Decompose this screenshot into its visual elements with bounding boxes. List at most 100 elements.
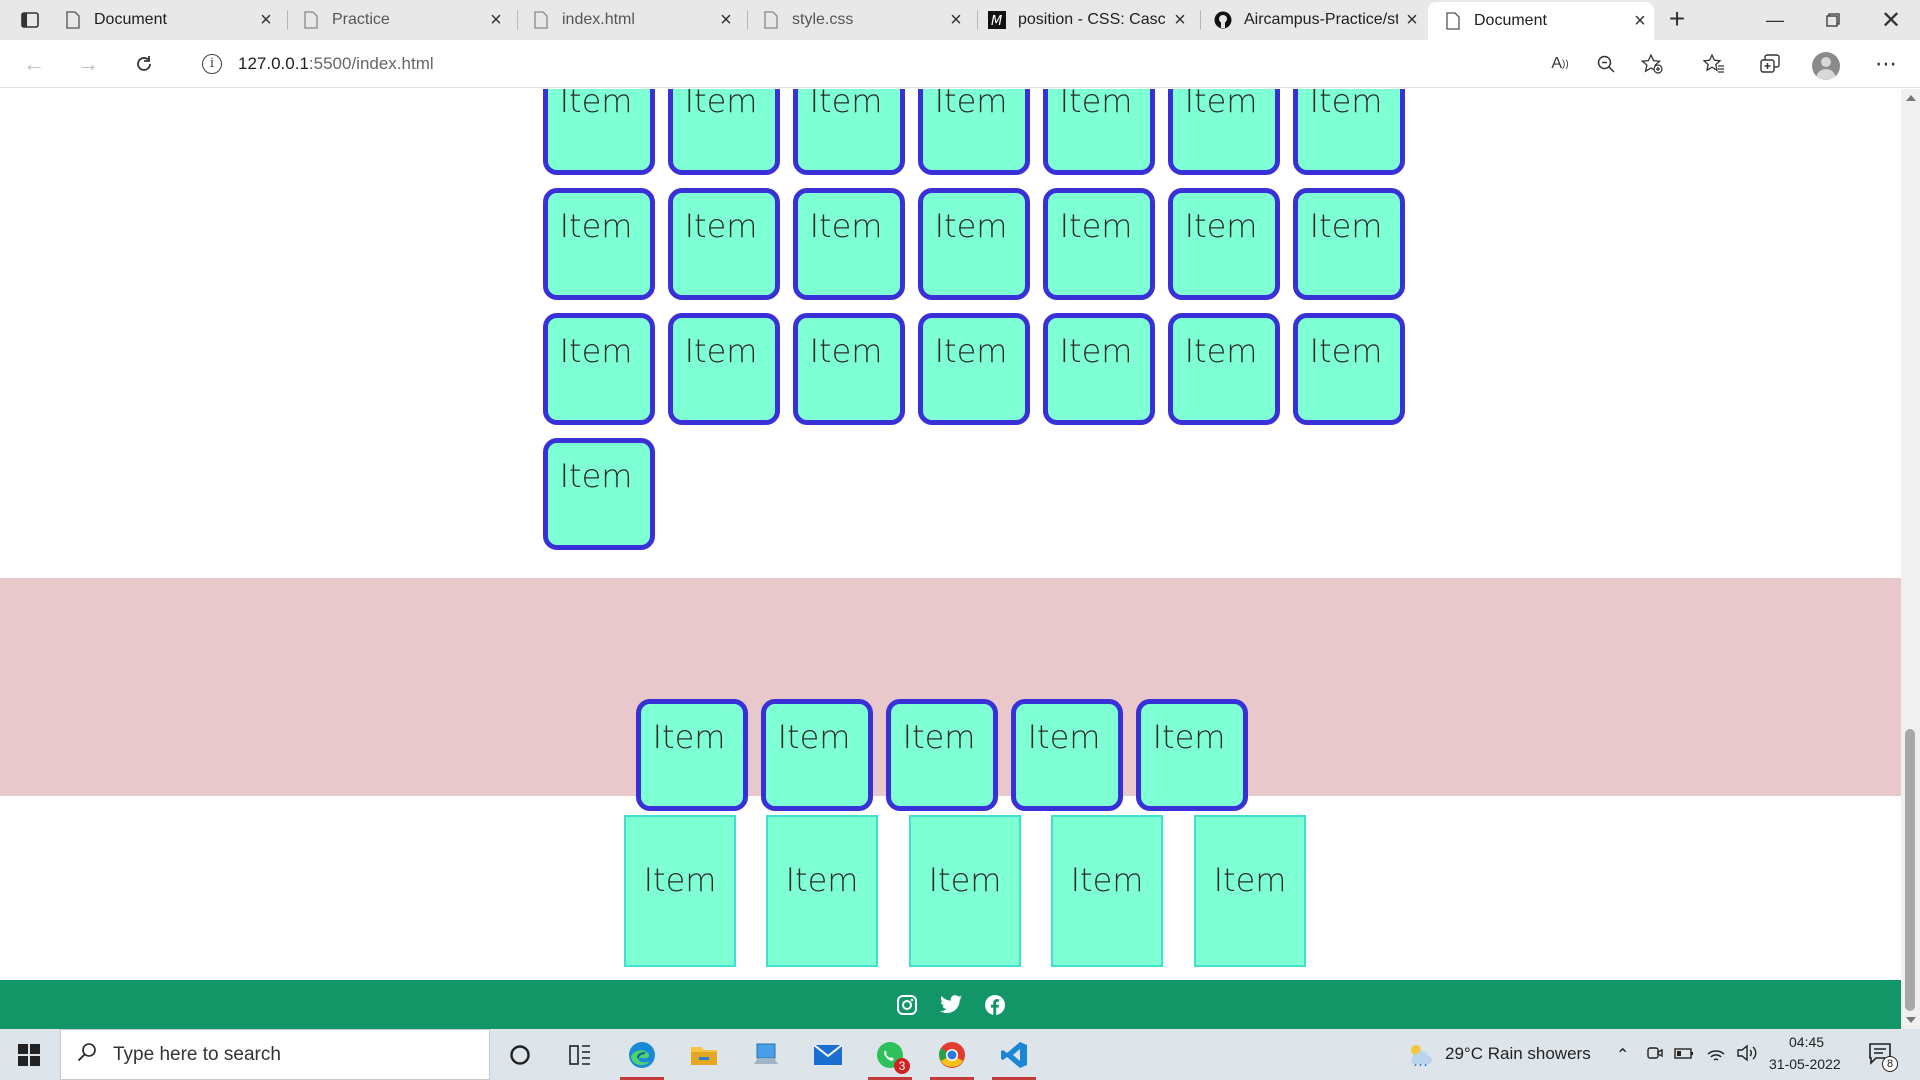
- chevron-up-icon[interactable]: ⌃: [1616, 1045, 1629, 1065]
- chrome-icon[interactable]: [924, 1029, 980, 1080]
- close-icon[interactable]: ×: [942, 9, 970, 32]
- url-text: 127.0.0.1:5500/index.html: [238, 54, 434, 74]
- page-icon: [760, 11, 782, 29]
- wifi-icon[interactable]: [1706, 1044, 1726, 1067]
- close-icon[interactable]: ×: [1166, 9, 1194, 32]
- tab-title: Document: [94, 11, 167, 28]
- favorites-icon[interactable]: [1696, 48, 1732, 80]
- tab-index-html[interactable]: index.html ×: [530, 0, 740, 40]
- meet-now-icon[interactable]: [1646, 1044, 1664, 1067]
- page-icon: [1442, 12, 1464, 30]
- tab-document-1[interactable]: Document ×: [62, 0, 280, 40]
- facebook-icon[interactable]: [982, 992, 1008, 1018]
- grid-item: Item: [1168, 313, 1280, 425]
- file-explorer-icon[interactable]: [676, 1029, 732, 1080]
- tab-separator: [1200, 10, 1201, 30]
- weather-icon[interactable]: [1406, 1042, 1434, 1071]
- instagram-icon[interactable]: [894, 992, 920, 1018]
- read-aloud-icon[interactable]: A)): [1542, 48, 1578, 80]
- forward-arrow-icon[interactable]: →: [70, 48, 106, 80]
- grid-item: Item: [668, 313, 780, 425]
- svg-text:M: M: [991, 14, 1002, 29]
- flex-item: Item: [1011, 699, 1123, 811]
- minimize-button[interactable]: —: [1752, 0, 1798, 40]
- close-icon[interactable]: ×: [252, 9, 280, 32]
- notifications-badge: 8: [1882, 1056, 1898, 1072]
- grid-item: Item: [543, 188, 655, 300]
- windows-start-icon[interactable]: [0, 1029, 58, 1080]
- github-icon: [1212, 11, 1234, 29]
- grid-item: Item: [668, 89, 780, 175]
- flex-item: Item: [1136, 699, 1248, 811]
- tab-title: position - CSS: Cascad: [1018, 11, 1166, 28]
- mdn-icon: M: [986, 11, 1008, 29]
- refresh-icon[interactable]: [126, 48, 162, 80]
- clock-time[interactable]: 04:45: [1789, 1034, 1824, 1050]
- close-icon[interactable]: ×: [482, 9, 510, 32]
- tab-practice[interactable]: Practice ×: [300, 0, 510, 40]
- scroll-down-icon[interactable]: [1906, 1017, 1916, 1023]
- info-icon[interactable]: i: [202, 54, 222, 74]
- add-favorite-icon[interactable]: [1634, 48, 1670, 80]
- grid-item: Item: [1168, 188, 1280, 300]
- clock-date[interactable]: 31-05-2022: [1769, 1056, 1841, 1072]
- page-viewport: Item Item Item Item Item Item Item Item …: [0, 89, 1901, 1029]
- close-window-button[interactable]: ✕: [1868, 0, 1914, 40]
- url-field[interactable]: i 127.0.0.1:5500/index.html: [180, 46, 1660, 82]
- page-icon: [530, 11, 552, 29]
- grid-item: Item: [1043, 313, 1155, 425]
- tab-separator: [977, 10, 978, 30]
- taskbar-search-input[interactable]: Type here to search: [60, 1029, 490, 1080]
- zoom-out-icon[interactable]: [1588, 48, 1624, 80]
- url-host: 127.0.0.1: [238, 54, 309, 73]
- page-icon: [62, 11, 84, 29]
- back-arrow-icon[interactable]: ←: [16, 48, 52, 80]
- scrollbar-thumb[interactable]: [1905, 729, 1915, 1011]
- grid-item: Item: [543, 438, 655, 550]
- grid-item: Item: [1293, 313, 1405, 425]
- tab-github[interactable]: Aircampus-Practice/st ×: [1212, 0, 1426, 40]
- mail-icon[interactable]: [800, 1029, 856, 1080]
- whatsapp-icon[interactable]: 3: [862, 1029, 918, 1080]
- close-icon[interactable]: ×: [1626, 10, 1654, 33]
- battery-icon[interactable]: [1674, 1045, 1694, 1066]
- flat-item: Item: [1051, 815, 1163, 967]
- search-icon: [77, 1042, 97, 1067]
- grid-item: Item: [918, 89, 1030, 175]
- task-view-icon[interactable]: [552, 1029, 608, 1080]
- edge-browser-icon[interactable]: [614, 1029, 670, 1080]
- flex-item: Item: [886, 699, 998, 811]
- tab-separator: [287, 10, 288, 30]
- tab-title: Document: [1474, 12, 1547, 29]
- cortana-icon[interactable]: [492, 1029, 548, 1080]
- whatsapp-badge: 3: [894, 1058, 910, 1074]
- tab-mdn-position[interactable]: M position - CSS: Cascad ×: [986, 0, 1194, 40]
- scroll-up-icon[interactable]: [1906, 95, 1916, 101]
- notifications-icon[interactable]: 8: [1868, 1042, 1898, 1072]
- flat-item: Item: [1194, 815, 1306, 967]
- grid-item: Item: [543, 313, 655, 425]
- new-tab-button[interactable]: +: [1661, 4, 1693, 36]
- profile-avatar[interactable]: [1812, 52, 1840, 80]
- tab-actions-icon[interactable]: [14, 8, 46, 32]
- close-icon[interactable]: ×: [1398, 9, 1426, 32]
- page-scrollbar[interactable]: [1901, 89, 1920, 1029]
- volume-icon[interactable]: [1736, 1044, 1758, 1067]
- tab-style-css[interactable]: style.css ×: [760, 0, 970, 40]
- collections-icon[interactable]: [1752, 48, 1788, 80]
- windows-taskbar: Type here to search 3 29°C Rain showers …: [0, 1029, 1920, 1080]
- grid-item: Item: [1043, 188, 1155, 300]
- weather-text[interactable]: 29°C Rain showers: [1445, 1044, 1591, 1064]
- address-bar: ← → i 127.0.0.1:5500/index.html A)) ⋯: [0, 40, 1920, 88]
- restore-button[interactable]: [1810, 0, 1856, 40]
- more-options-icon[interactable]: ⋯: [1868, 48, 1904, 80]
- computer-app-icon[interactable]: [738, 1029, 794, 1080]
- twitter-icon[interactable]: [938, 992, 964, 1018]
- vscode-icon[interactable]: [986, 1029, 1042, 1080]
- flat-item: Item: [624, 815, 736, 967]
- tab-document-active[interactable]: Document ×: [1428, 2, 1654, 40]
- close-icon[interactable]: ×: [712, 9, 740, 32]
- tab-title: Aircampus-Practice/st: [1244, 11, 1398, 28]
- grid-item: Item: [668, 188, 780, 300]
- grid-item: Item: [1293, 89, 1405, 175]
